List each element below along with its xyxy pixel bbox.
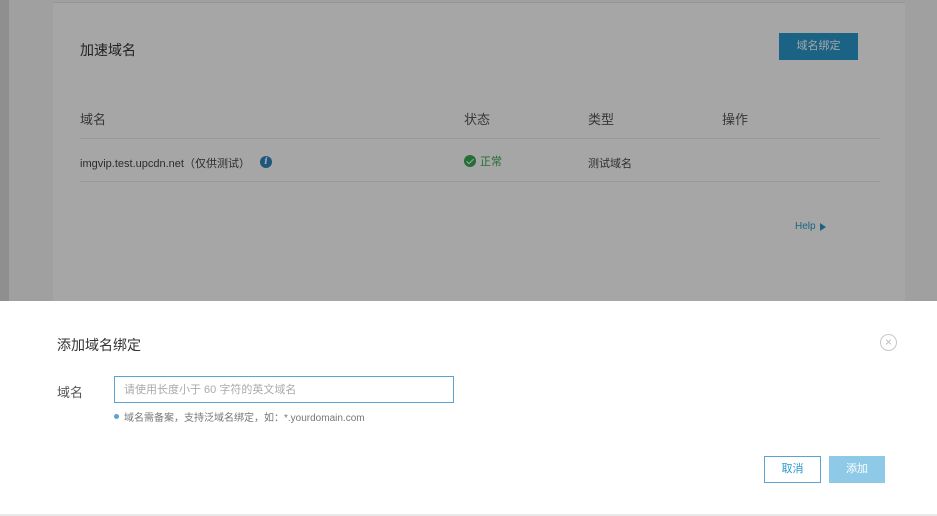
add-domain-dialog: 添加域名绑定 × 域名 域名需备案，支持泛域名绑定，如：*.yourdomain… [0,301,937,514]
domain-hint-text: 域名需备案，支持泛域名绑定，如：*.yourdomain.com [124,413,365,424]
add-button[interactable]: 添加 [829,456,885,483]
domain-hint: 域名需备案，支持泛域名绑定，如：*.yourdomain.com [114,409,365,424]
domain-input[interactable] [114,376,454,403]
close-icon[interactable]: × [880,334,897,351]
dialog-title: 添加域名绑定 [57,337,141,353]
domain-field-label: 域名 [57,385,84,400]
bullet-dot-icon [114,414,119,419]
cancel-button[interactable]: 取消 [764,456,821,483]
